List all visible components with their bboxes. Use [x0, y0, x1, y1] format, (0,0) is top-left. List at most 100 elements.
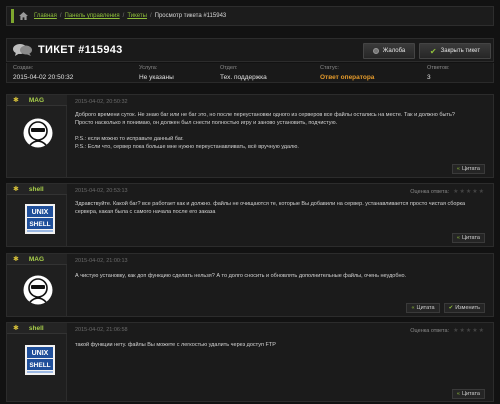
- quote-button[interactable]: « Цитата: [406, 303, 440, 313]
- info-service-value: Не указаны: [139, 74, 174, 81]
- info-replies-label: Ответов:: [427, 65, 450, 71]
- message-text: Здравствуйте. Какой баг? все работает ка…: [75, 200, 485, 216]
- close-ticket-button[interactable]: ✔ Закрыть тикет: [419, 43, 491, 59]
- info-replies: Ответов: 3: [427, 65, 450, 81]
- avatar: [23, 118, 53, 148]
- rating-stars[interactable]: ★★★★★: [453, 188, 485, 195]
- message-actions: « Цитата: [451, 233, 485, 243]
- answer-rating-label: Оценка ответа:: [410, 188, 450, 195]
- complaint-button[interactable]: Жалоба: [363, 43, 415, 59]
- message-date: 2015-04-02, 21:06:58: [75, 327, 128, 333]
- ticket-header: ТИКЕТ #115943 Жалоба ✔ Закрыть тикет: [6, 38, 494, 62]
- quote-button[interactable]: « Цитата: [451, 389, 485, 399]
- star-icon: ✱: [13, 256, 19, 263]
- message-item: ✱ shell UNIX SHELL 2015-04-02, 20:53:13 …: [6, 183, 494, 247]
- message-line: Доброго времени суток. Не знаю баг или н…: [75, 112, 455, 118]
- breadcrumb-panel-link[interactable]: Панель управления: [65, 13, 120, 19]
- breadcrumb-home-link[interactable]: Главная: [34, 13, 57, 19]
- message-author-bar: ✱ MAG: [7, 254, 67, 265]
- message-sidebar: [7, 265, 67, 316]
- star-icon: ✱: [13, 325, 19, 332]
- quote-button-label: Цитата: [461, 166, 480, 172]
- home-icon[interactable]: [19, 12, 28, 20]
- message-line: Просто насколько я понимаю, он должен бы…: [75, 120, 338, 126]
- quote-button-label: Цитата: [461, 235, 480, 241]
- info-dept: Отдел: Тех. поддержка: [220, 65, 267, 81]
- message-author-bar: ✱ shell: [7, 184, 67, 195]
- unix-shell-logo: UNIX SHELL: [25, 345, 55, 375]
- avatar: [23, 275, 53, 305]
- ticket-info-table: Создан: 2015-04-02 20:50:32 Услуга: Не у…: [6, 63, 494, 83]
- quote-button[interactable]: « Цитата: [451, 164, 485, 174]
- message-item: ✱ MAG 2015-04-02, 21:00:13 А чистую уста…: [6, 253, 494, 317]
- quote-button-label: Цитата: [461, 391, 480, 397]
- message-item: ✱ MAG 2015-04-02, 20:50:32 Доброго време…: [6, 94, 494, 178]
- message-actions: « Цитата ✔ Изменить: [406, 303, 485, 313]
- circle-icon: [372, 48, 379, 54]
- info-replies-value: 3: [427, 74, 431, 81]
- message-author[interactable]: shell: [29, 325, 44, 332]
- breadcrumb-accent: [11, 9, 14, 23]
- ticket-title: ТИКЕТ #115943: [38, 44, 123, 56]
- answer-rating-label: Оценка ответа:: [410, 327, 450, 334]
- star-icon: ✱: [13, 186, 19, 193]
- message-author[interactable]: MAG: [29, 97, 44, 104]
- quote-icon: «: [456, 166, 460, 172]
- unix-shell-logo: UNIX SHELL: [25, 204, 55, 234]
- answer-rating: Оценка ответа: ★★★★★: [410, 188, 485, 196]
- check-icon: ✔: [429, 46, 437, 56]
- svg-text:SHELL: SHELL: [29, 221, 50, 228]
- message-line: А чистую установку, как доп функцию сдел…: [75, 273, 407, 279]
- info-service: Услуга: Не указаны: [139, 65, 174, 81]
- message-actions: « Цитата: [451, 389, 485, 399]
- message-author[interactable]: shell: [29, 186, 44, 193]
- quote-button-label: Цитата: [416, 305, 435, 311]
- close-ticket-button-label: Закрыть тикет: [440, 48, 481, 54]
- message-author[interactable]: MAG: [29, 256, 44, 263]
- message-line: сервера, какая была с самого начала посл…: [75, 209, 216, 215]
- breadcrumb-separator: /: [59, 13, 62, 19]
- breadcrumb-current: Просмотр тикета #115943: [154, 13, 227, 19]
- message-text: А чистую установку, как доп функцию сдел…: [75, 272, 485, 280]
- info-created: Создан: 2015-04-02 20:50:32: [13, 65, 73, 81]
- message-text: Доброго времени суток. Не знаю баг или н…: [75, 111, 485, 151]
- breadcrumb-separator: /: [122, 13, 125, 19]
- quote-button[interactable]: « Цитата: [451, 233, 485, 243]
- answer-rating: Оценка ответа: ★★★★★: [410, 327, 485, 335]
- info-created-value: 2015-04-02 20:50:32: [13, 74, 74, 81]
- message-date: 2015-04-02, 20:53:13: [75, 188, 128, 194]
- message-line: P.S.: Если что, сервер пока больше мне н…: [75, 144, 299, 150]
- quote-icon: «: [411, 305, 415, 311]
- message-line: [75, 127, 485, 135]
- message-date: 2015-04-02, 21:00:13: [75, 258, 128, 264]
- breadcrumb: Главная / Панель управления / Тикеты / П…: [6, 6, 494, 26]
- message-sidebar: [7, 106, 67, 177]
- breadcrumb-tickets-link[interactable]: Тикеты: [127, 13, 147, 19]
- star-icon: ✱: [13, 97, 19, 104]
- quote-icon: «: [456, 391, 460, 397]
- message-line: такой функции нету. файлы Вы можете с ле…: [75, 342, 276, 348]
- message-sidebar: UNIX SHELL: [7, 334, 67, 401]
- svg-text:UNIX: UNIX: [32, 350, 49, 357]
- info-status-value: Ответ оператора: [320, 74, 375, 81]
- svg-text:UNIX: UNIX: [32, 209, 49, 216]
- message-author-bar: ✱ shell: [7, 323, 67, 334]
- message-date: 2015-04-02, 20:50:32: [75, 99, 128, 105]
- breadcrumb-separator: /: [149, 13, 152, 19]
- svg-text:SHELL: SHELL: [29, 362, 50, 369]
- message-line: Здравствуйте. Какой баг? все работает ка…: [75, 201, 466, 207]
- message-actions: « Цитата: [451, 164, 485, 174]
- message-sidebar: UNIX SHELL: [7, 195, 67, 246]
- rating-stars[interactable]: ★★★★★: [453, 327, 485, 334]
- quote-icon: «: [456, 235, 460, 241]
- info-status-label: Статус:: [320, 65, 339, 71]
- message-item: ✱ shell UNIX SHELL 2015-04-02, 21:06:58 …: [6, 322, 494, 402]
- message-author-bar: ✱ MAG: [7, 95, 67, 106]
- info-service-label: Услуга:: [139, 65, 158, 71]
- check-icon: ✔: [448, 305, 454, 311]
- chat-bubbles-icon: [13, 44, 32, 56]
- edit-button[interactable]: ✔ Изменить: [443, 303, 485, 313]
- complaint-button-label: Жалоба: [382, 48, 406, 54]
- info-created-label: Создан:: [13, 65, 34, 71]
- edit-button-label: Изменить: [455, 305, 480, 311]
